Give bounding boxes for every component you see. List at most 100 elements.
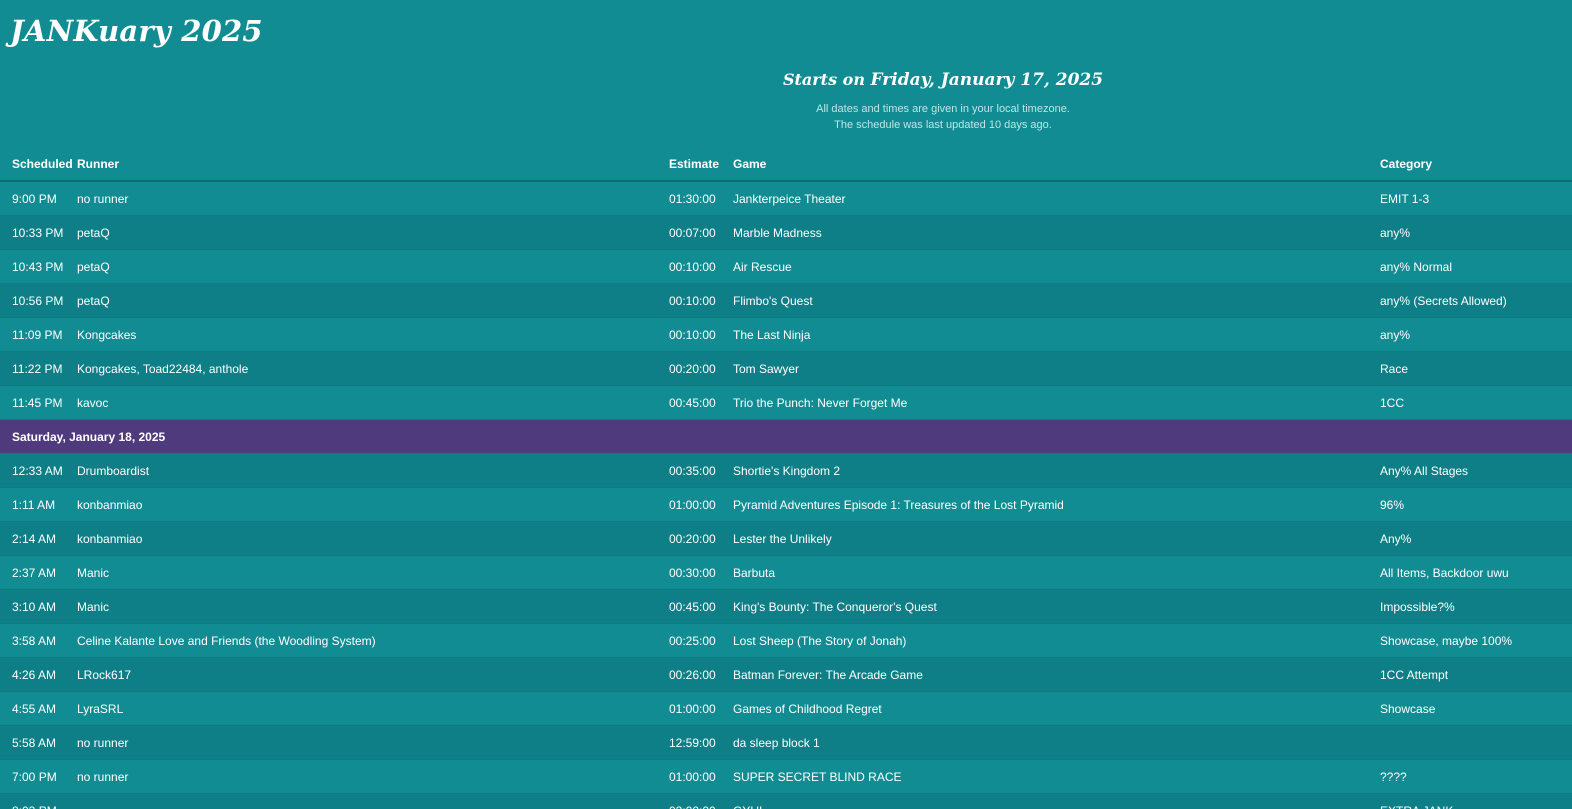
scheduled-time-cell: 11:09 PM	[0, 317, 77, 352]
day-separator-row: Saturday, January 18, 2025	[0, 419, 1572, 454]
table-row: 10:33 PM petaQ 00:07:00 Marble Madness any%	[0, 215, 1572, 250]
category-cell: Any%	[1380, 521, 1572, 556]
scheduled-time-cell: 3:10 AM	[0, 589, 77, 624]
table-row: 2:14 AM konbanmiao 00:20:00 Lester the Unli…	[0, 521, 1572, 556]
game-cell: The Last Ninja	[733, 317, 1380, 352]
runner-cell: no runner	[77, 759, 669, 794]
game-cell: Barbuta	[733, 555, 1380, 590]
category-cell: 1CC	[1380, 385, 1572, 420]
estimate-cell: 00:20:00	[669, 521, 733, 556]
runner-cell: konbanmiao	[77, 521, 669, 556]
category-cell: EXTRA JANK	[1380, 793, 1572, 809]
runner-cell: Manic	[77, 589, 669, 624]
game-cell: da sleep block 1	[733, 725, 1380, 760]
column-header-runner: Runner	[77, 147, 669, 182]
category-cell: any% (Secrets Allowed)	[1380, 283, 1572, 318]
estimate-cell: 01:00:00	[669, 691, 733, 726]
table-row: 11:09 PM Kongcakes 00:10:00 The Last Ninja a…	[0, 317, 1572, 352]
category-cell: All Items, Backdoor uwu	[1380, 555, 1572, 590]
schedule-body: 9:00 PM no runner 01:30:00 Jankterpeice The…	[0, 181, 1572, 809]
table-header-row: Scheduled Runner Estimate Game Category	[0, 147, 1572, 182]
game-cell: Flimbo's Quest	[733, 283, 1380, 318]
estimate-cell: 00:45:00	[669, 589, 733, 624]
category-cell: ????	[1380, 759, 1572, 794]
runner-cell: Celine Kalante Love and Friends (the Woo…	[77, 623, 669, 658]
game-cell: Tom Sawyer	[733, 351, 1380, 386]
estimate-cell: 00:26:00	[669, 657, 733, 692]
scheduled-time-cell: 10:43 PM	[0, 249, 77, 284]
estimate-cell: 12:59:00	[669, 725, 733, 760]
scheduled-time-cell: 5:58 AM	[0, 725, 77, 760]
scheduled-time-cell: 2:37 AM	[0, 555, 77, 590]
game-cell: SUPER SECRET BLIND RACE	[733, 759, 1380, 794]
scheduled-time-cell: 2:14 AM	[0, 521, 77, 556]
table-row: 3:10 AM Manic 00:45:00 King's Bounty: The C…	[0, 589, 1572, 624]
category-cell: Showcase	[1380, 691, 1572, 726]
category-cell: 1CC Attempt	[1380, 657, 1572, 692]
table-row: 9:00 PM no runner 01:30:00 Jankterpeice The…	[0, 181, 1572, 216]
updated-note: The schedule was last updated 10 days ag…	[834, 119, 1052, 131]
table-row: 3:58 AM Celine Kalante Love and Friends (…	[0, 623, 1572, 658]
game-cell: Games of Childhood Regret	[733, 691, 1380, 726]
game-cell: GYUI	[733, 793, 1380, 809]
game-cell: King's Bounty: The Conqueror's Quest	[733, 589, 1380, 624]
scheduled-time-cell: 7:00 PM	[0, 759, 77, 794]
category-cell: any%	[1380, 215, 1572, 250]
game-cell: Trio the Punch: Never Forget Me	[733, 385, 1380, 420]
table-row: 11:45 PM kavoc 00:45:00 Trio the Punch: Nev…	[0, 385, 1572, 420]
runner-cell	[77, 793, 669, 809]
game-cell: Batman Forever: The Arcade Game	[733, 657, 1380, 692]
column-header-category: Category	[1380, 147, 1572, 182]
estimate-cell: 00:07:00	[669, 215, 733, 250]
scheduled-time-cell: 3:58 AM	[0, 623, 77, 658]
category-cell	[1380, 725, 1572, 760]
runner-cell: petaQ	[77, 215, 669, 250]
table-row: 12:33 AM Drumboardist 00:35:00 Shortie's Ki…	[0, 453, 1572, 488]
runner-cell: Kongcakes	[77, 317, 669, 352]
estimate-cell: 01:30:00	[669, 181, 733, 216]
table-row: 2:37 AM Manic 00:30:00 Barbuta All Items, Ba…	[0, 555, 1572, 590]
table-row: 1:11 AM konbanmiao 01:00:00 Pyramid Adventu…	[0, 487, 1572, 522]
category-cell: Race	[1380, 351, 1572, 386]
scheduled-time-cell: 11:45 PM	[0, 385, 77, 420]
category-cell: any%	[1380, 317, 1572, 352]
estimate-cell: 00:35:00	[669, 453, 733, 488]
table-row: 8:03 PM 02:00:00GYUIEXTRA JANK	[0, 793, 1572, 809]
estimate-cell: 00:30:00	[669, 555, 733, 590]
schedule-page: JANKuary 2025 Starts on Friday, January …	[0, 0, 1572, 809]
table-row: 7:00 PM no runner 01:00:00 SUPER SECRET BLI…	[0, 759, 1572, 794]
runner-cell: LyraSRL	[77, 691, 669, 726]
start-line: Starts on Friday, January 17, 2025	[0, 70, 1572, 90]
start-date: Friday, January 17, 2025	[870, 70, 1104, 90]
estimate-cell: 00:10:00	[669, 317, 733, 352]
game-cell: Shortie's Kingdom 2	[733, 453, 1380, 488]
scheduled-time-cell: 9:00 PM	[0, 181, 77, 216]
column-header-game: Game	[733, 147, 1380, 182]
category-cell: EMIT 1-3	[1380, 181, 1572, 216]
scheduled-time-cell: 4:55 AM	[0, 691, 77, 726]
scheduled-time-cell: 10:56 PM	[0, 283, 77, 318]
estimate-cell: 00:10:00	[669, 283, 733, 318]
table-row: 10:56 PM petaQ 00:10:00 Flimbo's Quest any% …	[0, 283, 1572, 318]
runner-cell: Manic	[77, 555, 669, 590]
category-cell: 96%	[1380, 487, 1572, 522]
table-row: 4:55 AM LyraSRL 01:00:00 Games of Childhood…	[0, 691, 1572, 726]
runner-cell: petaQ	[77, 249, 669, 284]
category-cell: Any% All Stages	[1380, 453, 1572, 488]
timezone-note: All dates and times are given in your lo…	[816, 103, 1070, 115]
scheduled-time-cell: 12:33 AM	[0, 453, 77, 488]
runner-cell: no runner	[77, 725, 669, 760]
game-cell: Air Rescue	[733, 249, 1380, 284]
table-row: 5:58 AM no runner 12:59:00 da sleep block 1	[0, 725, 1572, 760]
scheduled-time-cell: 1:11 AM	[0, 487, 77, 522]
estimate-cell: 00:20:00	[669, 351, 733, 386]
runner-cell: Kongcakes, Toad22484, anthole	[77, 351, 669, 386]
table-row: 11:22 PM Kongcakes, Toad22484, anthole 00:…	[0, 351, 1572, 386]
game-cell: Lester the Unlikely	[733, 521, 1380, 556]
runner-cell: konbanmiao	[77, 487, 669, 522]
column-header-scheduled: Scheduled	[0, 147, 77, 182]
category-cell: Showcase, maybe 100%	[1380, 623, 1572, 658]
runner-cell: Drumboardist	[77, 453, 669, 488]
runner-cell: no runner	[77, 181, 669, 216]
game-cell: Marble Madness	[733, 215, 1380, 250]
